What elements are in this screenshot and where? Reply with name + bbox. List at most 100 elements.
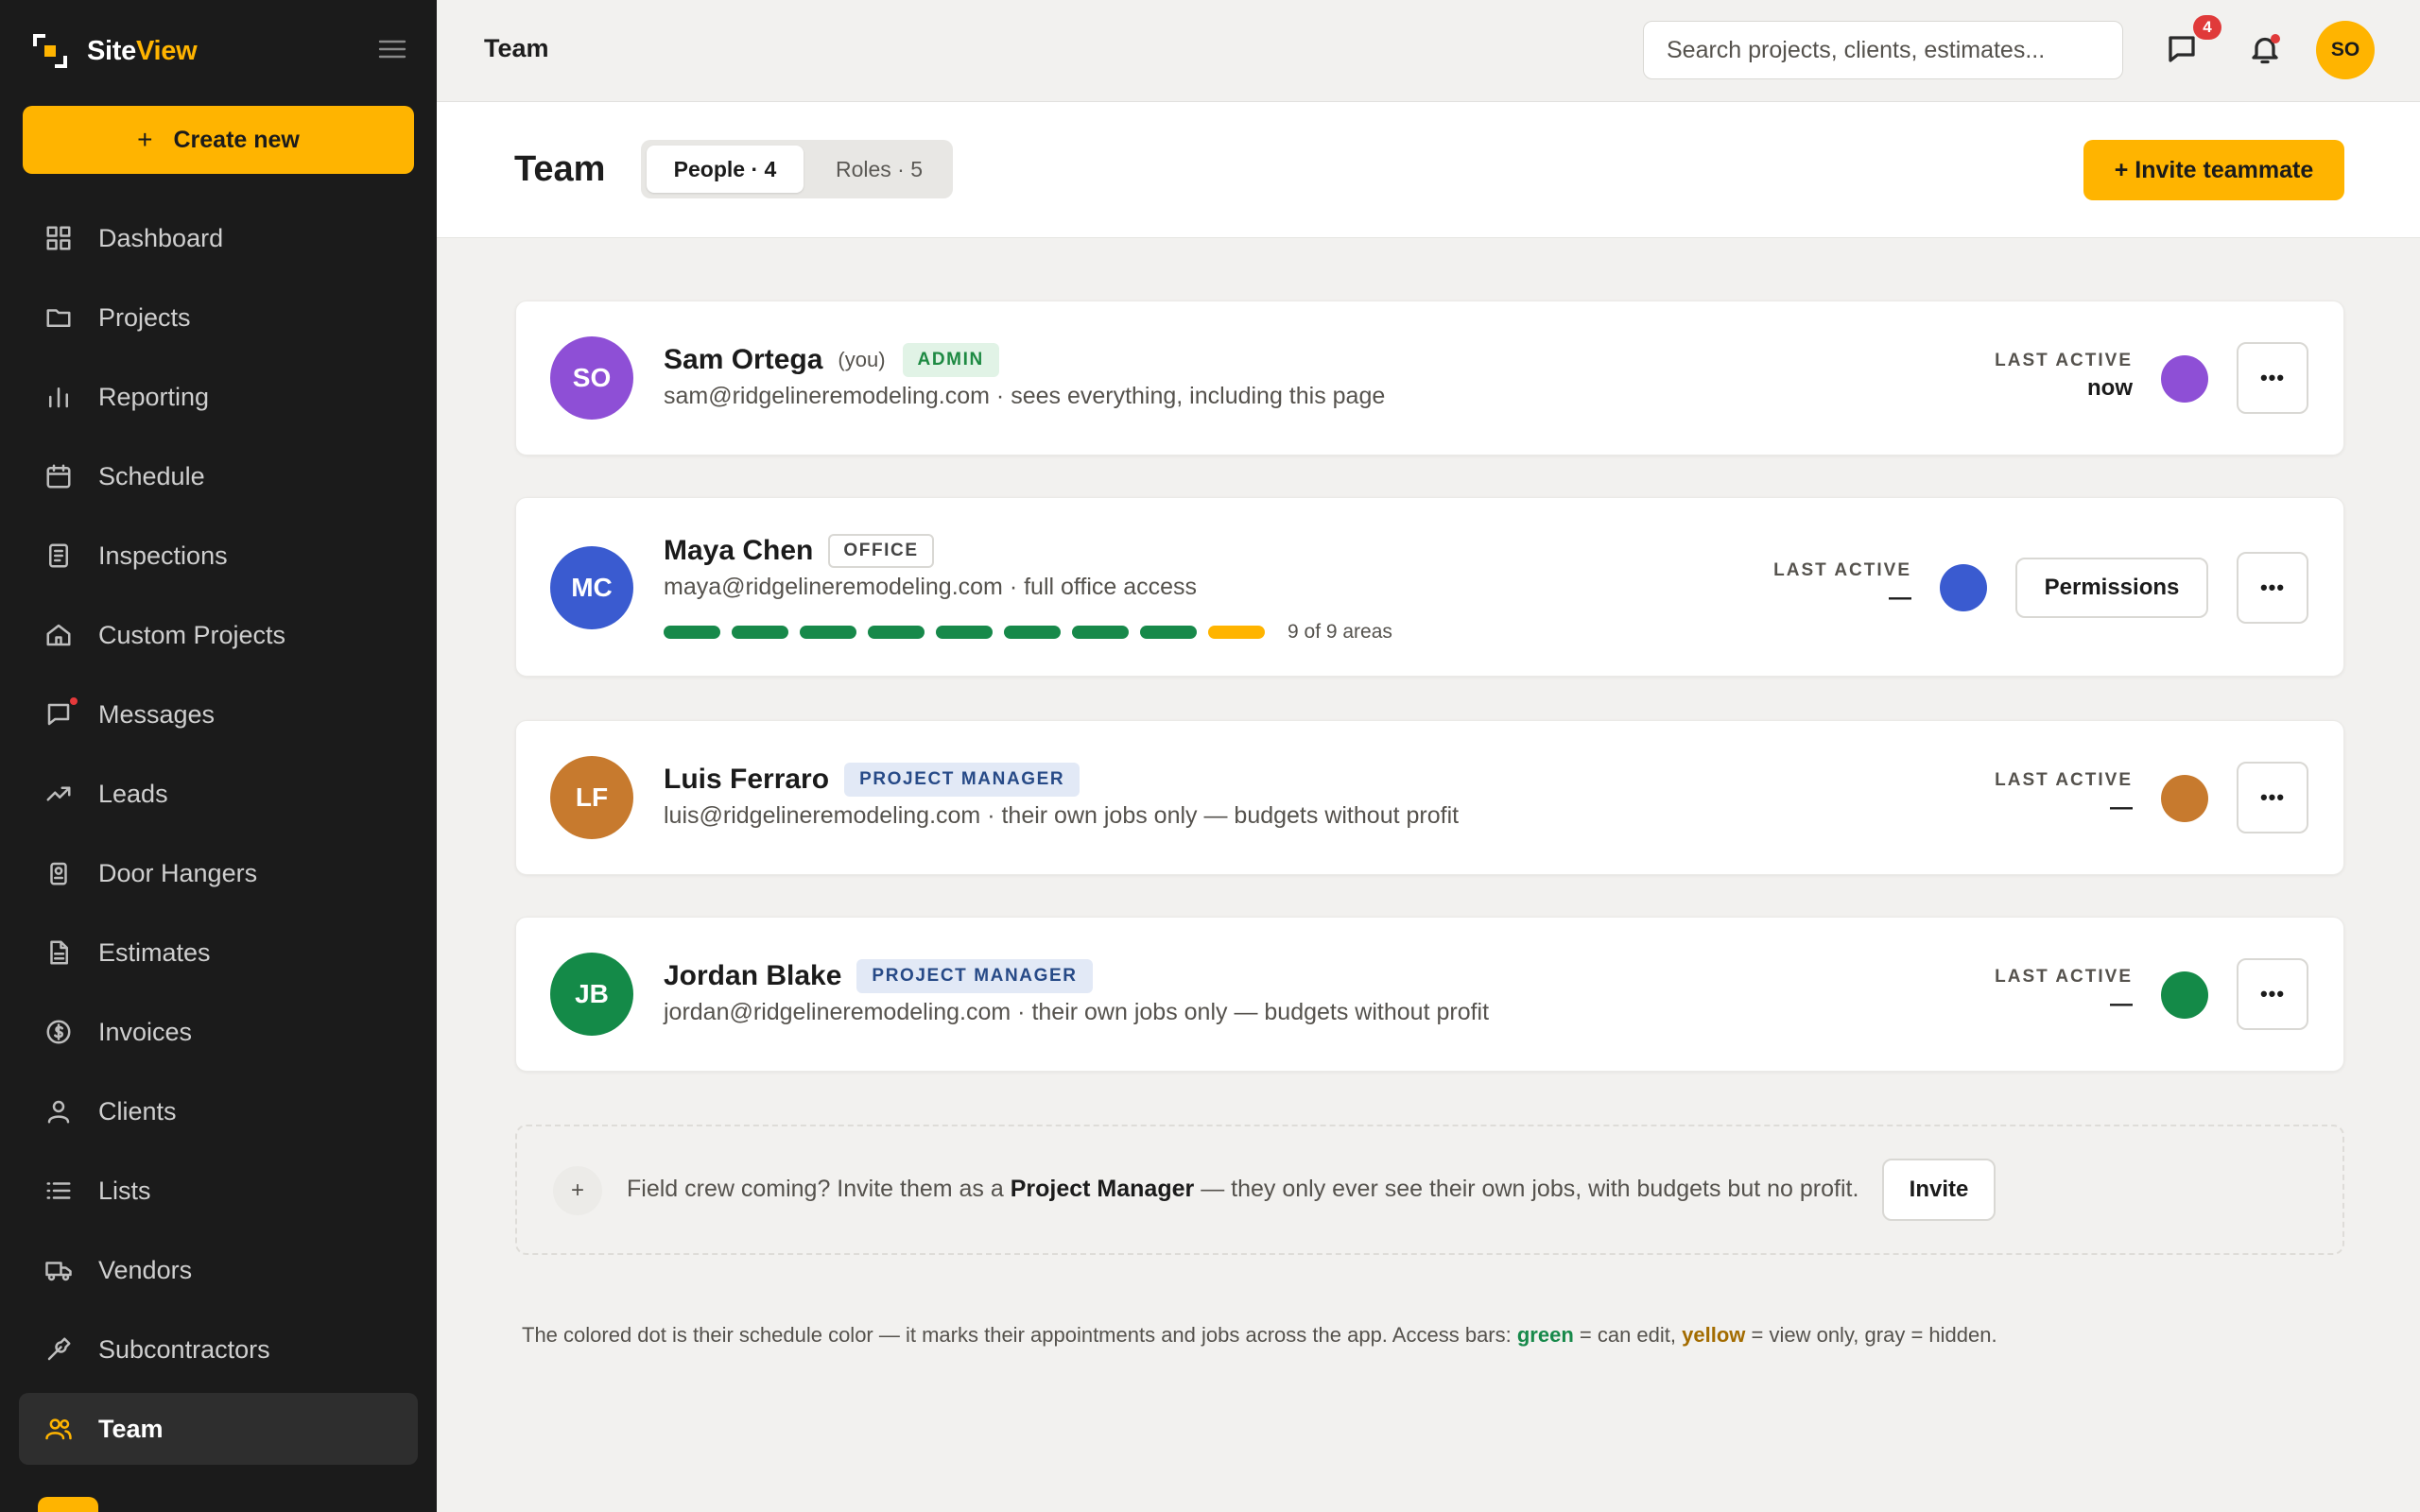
plus-icon: + (137, 125, 153, 154)
sidebar-item-leads[interactable]: Leads (19, 758, 418, 830)
permissions-button[interactable]: Permissions (2015, 558, 2208, 618)
folder-icon (43, 302, 74, 333)
member-name: Sam Ortega (664, 344, 823, 375)
sidebar-item-messages[interactable]: Messages (19, 679, 418, 750)
home-icon (43, 620, 74, 650)
sidebar-item-custom-projects[interactable]: Custom Projects (19, 599, 418, 671)
last-active: LAST ACTIVE now (1995, 351, 2133, 401)
user-avatar[interactable]: SO (2316, 21, 2375, 79)
access-bar (1004, 626, 1061, 639)
page-header: Team People · 4 Roles · 5 + Invite teamm… (437, 102, 2420, 238)
invite-field-crew-box: + Field crew coming? Invite them as a Pr… (515, 1125, 2344, 1255)
role-badge: ADMIN (902, 343, 999, 377)
sidebar-item-label: Dashboard (98, 223, 224, 252)
sidebar-item-label: Clients (98, 1096, 177, 1125)
dollar-icon (43, 1017, 74, 1047)
user-icon (43, 1096, 74, 1126)
search-input[interactable] (1667, 36, 2122, 64)
unread-dot (68, 696, 79, 707)
access-bar (1140, 626, 1197, 639)
sidebar-item-lists[interactable]: Lists (19, 1155, 418, 1227)
last-active: LAST ACTIVE — (1995, 967, 2133, 1017)
brand[interactable]: SiteView (32, 32, 198, 70)
plus-icon: + (553, 1166, 602, 1215)
menu-icon[interactable] (378, 38, 406, 60)
access-bar (800, 626, 856, 639)
sidebar-item-estimates[interactable]: Estimates (19, 917, 418, 988)
member-email: jordan@ridgelineremodeling.com · their o… (664, 999, 1490, 1025)
sidebar-item-door-hangers[interactable]: Door Hangers (19, 837, 418, 909)
tab-people[interactable]: People · 4 (647, 146, 804, 193)
schedule-color-dot (2161, 971, 2208, 1019)
invite-button[interactable]: Invite (1882, 1159, 1996, 1221)
more-button[interactable]: ••• (2237, 552, 2308, 624)
topbar-title: Team (484, 34, 549, 62)
member-card: SO Sam Ortega (you) ADMIN sam@ridgeliner… (515, 301, 2344, 455)
avatar: LF (550, 756, 633, 839)
top-bar: Team 4 SO (437, 0, 2420, 102)
sidebar-item-reporting[interactable]: Reporting (19, 361, 418, 433)
create-new-label: Create new (173, 126, 300, 153)
member-card: MC Maya Chen OFFICE maya@ridgelineremode… (515, 497, 2344, 677)
more-button[interactable]: ••• (2237, 762, 2308, 833)
sidebar-item-label: Team (98, 1414, 164, 1443)
sidebar-item-label: Schedule (98, 461, 205, 490)
sidebar-item-label: Leads (98, 779, 168, 808)
access-summary: 9 of 9 areas (1288, 621, 1392, 643)
sidebar: SiteView + Create new Dashboard Projects… (0, 0, 437, 1512)
page-title: Team (514, 149, 606, 189)
sidebar-item-projects[interactable]: Projects (19, 282, 418, 353)
sidebar-item-label: Subcontractors (98, 1334, 270, 1364)
access-bar (664, 626, 720, 639)
role-badge: PROJECT MANAGER (844, 763, 1080, 797)
bar-chart-icon (43, 382, 74, 412)
sidebar-item-label: Custom Projects (98, 620, 286, 649)
last-active: LAST ACTIVE — (1773, 560, 1911, 610)
schedule-color-dot (1940, 564, 1987, 611)
access-bar (1072, 626, 1129, 639)
member-name: Luis Ferraro (664, 764, 830, 795)
sidebar-item-team[interactable]: Team (19, 1393, 418, 1465)
sidebar-item-label: Invoices (98, 1017, 193, 1046)
sidebar-item-invoices[interactable]: Invoices (19, 996, 418, 1068)
clipboard-icon (43, 541, 74, 571)
role-badge: OFFICE (828, 534, 934, 568)
member-card: JB Jordan Blake PROJECT MANAGER jordan@r… (515, 917, 2344, 1072)
team-icon (43, 1414, 74, 1444)
access-bar (732, 626, 788, 639)
member-card: LF Luis Ferraro PROJECT MANAGER luis@rid… (515, 720, 2344, 875)
truck-icon (43, 1255, 74, 1285)
more-button[interactable]: ••• (2237, 958, 2308, 1030)
sidebar-item-subcontractors[interactable]: Subcontractors (19, 1314, 418, 1385)
invite-hint: Field crew coming? Invite them as a Proj… (627, 1176, 1859, 1202)
member-name: Maya Chen (664, 535, 814, 566)
sidebar-item-dashboard[interactable]: Dashboard (19, 202, 418, 274)
sidebar-footer-chip[interactable] (38, 1497, 98, 1512)
sidebar-item-inspections[interactable]: Inspections (19, 520, 418, 592)
create-new-button[interactable]: + Create new (23, 106, 414, 174)
messages-badge: 4 (2193, 15, 2221, 40)
member-email: sam@ridgelineremodeling.com · sees every… (664, 383, 1386, 409)
sidebar-item-label: Messages (98, 699, 216, 729)
member-name: Jordan Blake (664, 960, 842, 991)
avatar: JB (550, 953, 633, 1036)
legend-footnote: The colored dot is their schedule color … (522, 1323, 1997, 1347)
sidebar-nav: Dashboard Projects Reporting Schedule In… (19, 202, 418, 1472)
sidebar-item-label: Vendors (98, 1255, 193, 1284)
dashboard-icon (43, 223, 74, 253)
avatar: MC (550, 546, 633, 629)
tab-roles[interactable]: Roles · 5 (811, 146, 947, 193)
invite-teammate-button[interactable]: + Invite teammate (2083, 140, 2344, 200)
sidebar-item-schedule[interactable]: Schedule (19, 440, 418, 512)
document-icon (43, 937, 74, 968)
last-active: LAST ACTIVE — (1995, 770, 2133, 820)
sidebar-item-vendors[interactable]: Vendors (19, 1234, 418, 1306)
messages-button[interactable] (2165, 32, 2201, 68)
brand-name: SiteView (87, 35, 198, 66)
sidebar-item-clients[interactable]: Clients (19, 1075, 418, 1147)
calendar-icon (43, 461, 74, 491)
sidebar-item-label: Door Hangers (98, 858, 258, 887)
more-button[interactable]: ••• (2237, 342, 2308, 414)
avatar: SO (550, 336, 633, 420)
search-box[interactable] (1643, 21, 2123, 79)
